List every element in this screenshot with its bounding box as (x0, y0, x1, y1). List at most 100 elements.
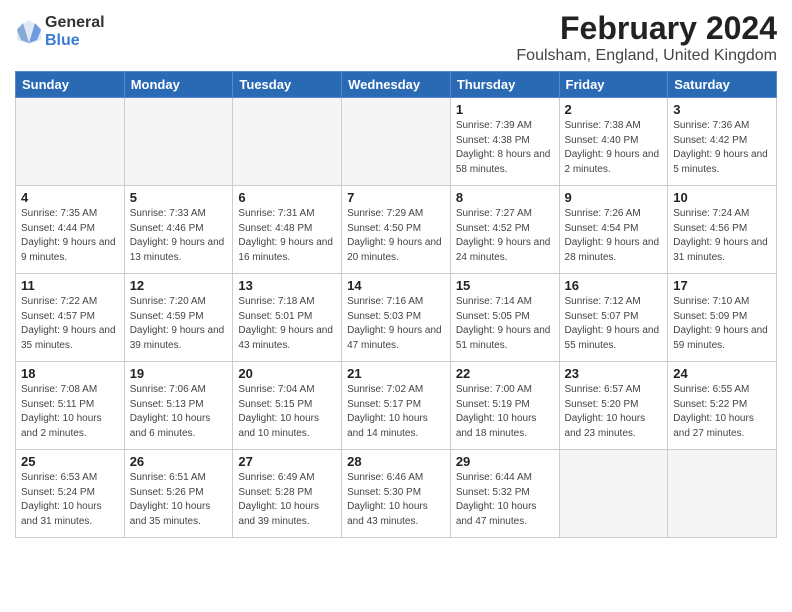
table-row (233, 98, 342, 186)
table-row: 3 Sunrise: 7:36 AM Sunset: 4:42 PM Daylig… (668, 98, 777, 186)
day-detail: Sunrise: 7:10 AM Sunset: 5:09 PM Dayligh… (673, 295, 771, 353)
calendar-week-row: 25Sunrise: 6:53 AM Sunset: 5:24 PM Dayli… (16, 450, 777, 538)
logo: General Blue (15, 14, 105, 49)
day-detail: Sunrise: 7:27 AM Sunset: 4:52 PM Dayligh… (456, 207, 554, 265)
day-number: 9 (565, 190, 663, 205)
table-row: 8 Sunrise: 7:27 AM Sunset: 4:52 PM Daylig… (450, 186, 559, 274)
day-detail: Sunrise: 7:29 AM Sunset: 4:50 PM Dayligh… (347, 207, 445, 265)
day-number: 4 (21, 190, 119, 205)
table-row (124, 98, 233, 186)
page-header: General Blue February 2024 Foulsham, Eng… (15, 10, 777, 65)
logo-blue-text: Blue (45, 32, 105, 50)
day-detail: Sunrise: 6:53 AM Sunset: 5:24 PM Dayligh… (21, 471, 119, 529)
table-row: 14Sunrise: 7:16 AM Sunset: 5:03 PM Dayli… (342, 274, 451, 362)
table-row: 25Sunrise: 6:53 AM Sunset: 5:24 PM Dayli… (16, 450, 125, 538)
table-row: 27Sunrise: 6:49 AM Sunset: 5:28 PM Dayli… (233, 450, 342, 538)
day-detail: Sunrise: 7:00 AM Sunset: 5:19 PM Dayligh… (456, 383, 554, 441)
table-row: 22 Sunrise: 7:00 AM Sunset: 5:19 PM Dayli… (450, 362, 559, 450)
day-number: 1 (456, 102, 554, 117)
col-saturday: Saturday (668, 72, 777, 98)
day-number: 13 (238, 278, 336, 293)
table-row: 26 Sunrise: 6:51 AM Sunset: 5:26 PM Dayli… (124, 450, 233, 538)
table-row: 29Sunrise: 6:44 AM Sunset: 5:32 PM Dayli… (450, 450, 559, 538)
day-detail: Sunrise: 7:33 AM Sunset: 4:46 PM Dayligh… (130, 207, 228, 265)
day-number: 19 (130, 366, 228, 381)
day-number: 10 (673, 190, 771, 205)
table-row: 28 Sunrise: 6:46 AM Sunset: 5:30 PM Dayli… (342, 450, 451, 538)
day-number: 16 (565, 278, 663, 293)
day-number: 6 (238, 190, 336, 205)
day-number: 15 (456, 278, 554, 293)
day-detail: Sunrise: 7:26 AM Sunset: 4:54 PM Dayligh… (565, 207, 663, 265)
day-number: 26 (130, 454, 228, 469)
day-number: 17 (673, 278, 771, 293)
day-detail: Sunrise: 6:51 AM Sunset: 5:26 PM Dayligh… (130, 471, 228, 529)
calendar-header-row: Sunday Monday Tuesday Wednesday Thursday… (16, 72, 777, 98)
day-number: 22 (456, 366, 554, 381)
logo-icon (15, 18, 43, 46)
table-row: 15 Sunrise: 7:14 AM Sunset: 5:05 PM Dayli… (450, 274, 559, 362)
col-thursday: Thursday (450, 72, 559, 98)
day-number: 29 (456, 454, 554, 469)
day-number: 28 (347, 454, 445, 469)
day-detail: Sunrise: 7:18 AM Sunset: 5:01 PM Dayligh… (238, 295, 336, 353)
table-row: 19 Sunrise: 7:06 AM Sunset: 5:13 PM Dayli… (124, 362, 233, 450)
day-number: 21 (347, 366, 445, 381)
day-detail: Sunrise: 6:55 AM Sunset: 5:22 PM Dayligh… (673, 383, 771, 441)
table-row (559, 450, 668, 538)
day-number: 27 (238, 454, 336, 469)
col-wednesday: Wednesday (342, 72, 451, 98)
day-detail: Sunrise: 7:38 AM Sunset: 4:40 PM Dayligh… (565, 119, 663, 177)
day-detail: Sunrise: 7:04 AM Sunset: 5:15 PM Dayligh… (238, 383, 336, 441)
table-row: 24 Sunrise: 6:55 AM Sunset: 5:22 PM Dayli… (668, 362, 777, 450)
table-row: 12 Sunrise: 7:20 AM Sunset: 4:59 PM Dayli… (124, 274, 233, 362)
day-number: 23 (565, 366, 663, 381)
day-number: 18 (21, 366, 119, 381)
table-row: 9 Sunrise: 7:26 AM Sunset: 4:54 PM Daylig… (559, 186, 668, 274)
table-row (16, 98, 125, 186)
table-row: 20Sunrise: 7:04 AM Sunset: 5:15 PM Dayli… (233, 362, 342, 450)
calendar-week-row: 11 Sunrise: 7:22 AM Sunset: 4:57 PM Dayli… (16, 274, 777, 362)
day-detail: Sunrise: 7:08 AM Sunset: 5:11 PM Dayligh… (21, 383, 119, 441)
table-row: 10 Sunrise: 7:24 AM Sunset: 4:56 PM Dayli… (668, 186, 777, 274)
table-row: 5 Sunrise: 7:33 AM Sunset: 4:46 PM Daylig… (124, 186, 233, 274)
day-detail: Sunrise: 7:14 AM Sunset: 5:05 PM Dayligh… (456, 295, 554, 353)
day-detail: Sunrise: 7:39 AM Sunset: 4:38 PM Dayligh… (456, 119, 554, 177)
day-number: 5 (130, 190, 228, 205)
day-detail: Sunrise: 7:12 AM Sunset: 5:07 PM Dayligh… (565, 295, 663, 353)
day-number: 14 (347, 278, 445, 293)
title-block: February 2024 Foulsham, England, United … (516, 10, 777, 65)
table-row: 21 Sunrise: 7:02 AM Sunset: 5:17 PM Dayli… (342, 362, 451, 450)
day-detail: Sunrise: 7:35 AM Sunset: 4:44 PM Dayligh… (21, 207, 119, 265)
day-detail: Sunrise: 6:57 AM Sunset: 5:20 PM Dayligh… (565, 383, 663, 441)
day-detail: Sunrise: 7:36 AM Sunset: 4:42 PM Dayligh… (673, 119, 771, 177)
calendar-table: Sunday Monday Tuesday Wednesday Thursday… (15, 71, 777, 538)
day-detail: Sunrise: 7:06 AM Sunset: 5:13 PM Dayligh… (130, 383, 228, 441)
day-number: 2 (565, 102, 663, 117)
day-number: 8 (456, 190, 554, 205)
logo-text: General Blue (45, 14, 105, 49)
table-row: 2 Sunrise: 7:38 AM Sunset: 4:40 PM Daylig… (559, 98, 668, 186)
day-detail: Sunrise: 6:46 AM Sunset: 5:30 PM Dayligh… (347, 471, 445, 529)
day-number: 11 (21, 278, 119, 293)
table-row: 11 Sunrise: 7:22 AM Sunset: 4:57 PM Dayli… (16, 274, 125, 362)
table-row: 13 Sunrise: 7:18 AM Sunset: 5:01 PM Dayli… (233, 274, 342, 362)
table-row: 16 Sunrise: 7:12 AM Sunset: 5:07 PM Dayli… (559, 274, 668, 362)
table-row: 6 Sunrise: 7:31 AM Sunset: 4:48 PM Daylig… (233, 186, 342, 274)
day-number: 12 (130, 278, 228, 293)
col-friday: Friday (559, 72, 668, 98)
calendar-week-row: 4 Sunrise: 7:35 AM Sunset: 4:44 PM Daylig… (16, 186, 777, 274)
day-number: 3 (673, 102, 771, 117)
table-row: 23 Sunrise: 6:57 AM Sunset: 5:20 PM Dayli… (559, 362, 668, 450)
day-detail: Sunrise: 7:24 AM Sunset: 4:56 PM Dayligh… (673, 207, 771, 265)
calendar-week-row: 1 Sunrise: 7:39 AM Sunset: 4:38 PM Daylig… (16, 98, 777, 186)
day-detail: Sunrise: 7:31 AM Sunset: 4:48 PM Dayligh… (238, 207, 336, 265)
table-row: 18 Sunrise: 7:08 AM Sunset: 5:11 PM Dayli… (16, 362, 125, 450)
day-detail: Sunrise: 7:02 AM Sunset: 5:17 PM Dayligh… (347, 383, 445, 441)
day-detail: Sunrise: 7:22 AM Sunset: 4:57 PM Dayligh… (21, 295, 119, 353)
day-number: 24 (673, 366, 771, 381)
table-row: 7Sunrise: 7:29 AM Sunset: 4:50 PM Daylig… (342, 186, 451, 274)
logo-general-text: General (45, 14, 105, 32)
day-detail: Sunrise: 7:20 AM Sunset: 4:59 PM Dayligh… (130, 295, 228, 353)
table-row: 1 Sunrise: 7:39 AM Sunset: 4:38 PM Daylig… (450, 98, 559, 186)
